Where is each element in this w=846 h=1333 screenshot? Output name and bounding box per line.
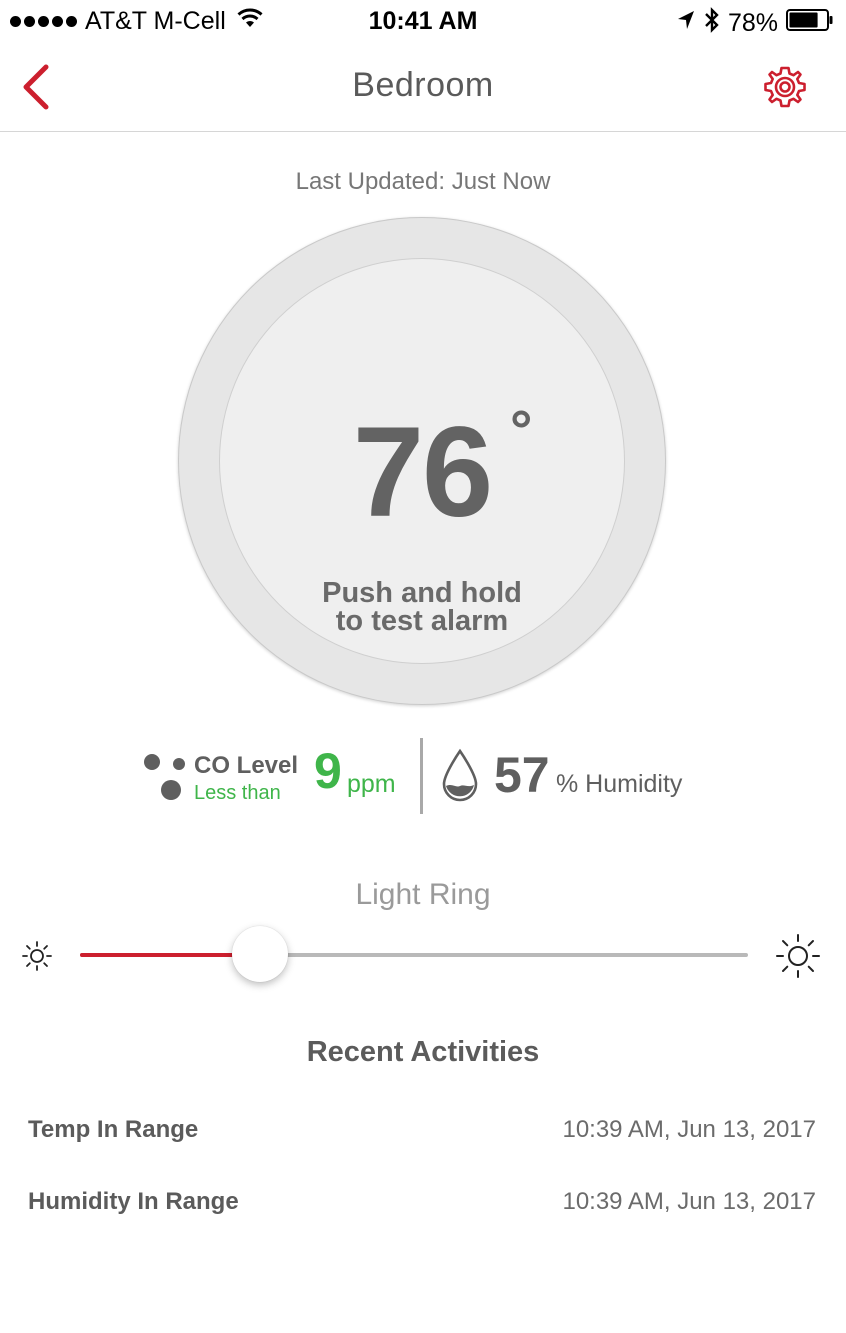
water-drop-icon bbox=[440, 748, 480, 804]
temperature-value: 76 bbox=[352, 401, 493, 544]
slider-thumb[interactable] bbox=[232, 926, 289, 982]
hint-line-2: to test alarm bbox=[335, 605, 509, 637]
stat-divider bbox=[420, 738, 423, 814]
status-bar: AT&T M-Cell 10:41 AM 78% bbox=[0, 0, 846, 44]
battery-icon bbox=[786, 9, 834, 38]
activity-row: Temp In Range 10:39 AM, Jun 13, 2017 bbox=[0, 1102, 846, 1158]
alarm-test-hint: Push and hold to test alarm bbox=[220, 577, 624, 637]
co-unit: ppm bbox=[347, 770, 396, 798]
light-ring-label: Light Ring bbox=[355, 878, 491, 911]
co-qualifier: Less than bbox=[194, 782, 281, 804]
location-arrow-icon bbox=[676, 9, 696, 38]
activity-name: Temp In Range bbox=[28, 1116, 199, 1143]
humidity-label: % Humidity bbox=[556, 770, 683, 798]
activity-time: 10:39 AM, Jun 13, 2017 bbox=[562, 1188, 816, 1215]
degree-symbol: ° bbox=[510, 398, 533, 461]
alarm-test-ring[interactable]: 76 ° Push and hold to test alarm bbox=[178, 217, 666, 705]
battery-percent: 78% bbox=[727, 9, 778, 37]
sun-bright-icon bbox=[774, 932, 822, 980]
gear-icon bbox=[764, 66, 806, 108]
bluetooth-icon bbox=[704, 7, 720, 40]
last-updated-text: Last Updated: Just Now bbox=[295, 168, 551, 195]
co-molecule-icon bbox=[143, 752, 185, 802]
page-title: Bedroom bbox=[352, 66, 494, 104]
status-right: 78% bbox=[668, 7, 834, 40]
co-level-label: CO Level bbox=[194, 752, 299, 779]
ring-center[interactable]: 76 ° Push and hold to test alarm bbox=[220, 259, 624, 663]
co-value: 9 bbox=[314, 743, 342, 799]
settings-button[interactable] bbox=[762, 64, 808, 110]
activity-time: 10:39 AM, Jun 13, 2017 bbox=[562, 1116, 816, 1143]
activity-row: Humidity In Range 10:39 AM, Jun 13, 2017 bbox=[0, 1174, 846, 1230]
hint-line-1: Push and hold bbox=[322, 577, 522, 609]
sun-dim-icon bbox=[20, 939, 54, 973]
humidity-value: 57 bbox=[494, 747, 550, 803]
recent-activities-title: Recent Activities bbox=[306, 1036, 540, 1068]
light-ring-slider[interactable] bbox=[80, 926, 748, 982]
temperature-display: 76 bbox=[220, 409, 624, 537]
activity-name: Humidity In Range bbox=[28, 1188, 239, 1215]
nav-bar: Bedroom bbox=[0, 44, 846, 132]
